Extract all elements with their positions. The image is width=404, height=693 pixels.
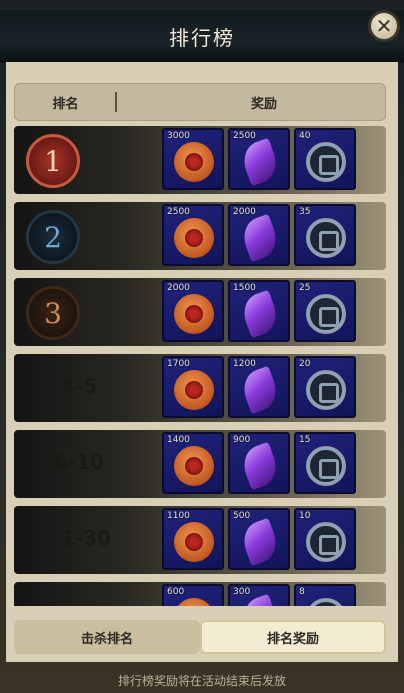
ring-icon (306, 370, 346, 410)
reward-item[interactable]: 25 (294, 280, 356, 342)
reward-item[interactable]: 1200 (228, 356, 290, 418)
header-reward: 奖励 (250, 97, 277, 112)
item-quantity: 2000 (233, 207, 256, 217)
rank-label: 6-10 (53, 450, 105, 474)
reward-item[interactable]: 2500 (162, 204, 224, 266)
purple-flame-icon (238, 441, 282, 491)
reward-item[interactable]: 2500 (228, 128, 290, 190)
coin-icon (174, 446, 214, 486)
item-quantity: 1500 (233, 283, 256, 293)
ring-icon (306, 294, 346, 334)
coin-icon (174, 370, 214, 410)
reward-item[interactable]: 8 (294, 584, 356, 606)
footer-note: 排行榜奖励将在活动结束后发放 (117, 674, 286, 688)
coin-icon (174, 522, 214, 562)
item-quantity: 3000 (167, 131, 190, 141)
header-rank: 排名 (52, 97, 79, 112)
reward-item[interactable]: 300 (228, 584, 290, 606)
purple-flame-icon (238, 213, 282, 263)
item-quantity: 2500 (167, 207, 190, 217)
ring-icon (306, 446, 346, 486)
item-quantity: 2500 (233, 131, 256, 141)
item-quantity: 8 (299, 587, 305, 597)
item-quantity: 1200 (233, 359, 256, 369)
reward-item[interactable]: 10 (294, 508, 356, 570)
reward-item[interactable]: 3000 (162, 128, 224, 190)
tab-ranking-rewards[interactable]: 排名奖励 (200, 620, 386, 654)
table-row: 1 3000 2500 40 (14, 126, 386, 194)
item-quantity: 20 (299, 359, 311, 369)
item-quantity: 300 (233, 587, 251, 597)
coin-icon (174, 294, 214, 334)
close-icon: ✕ (375, 14, 393, 38)
reward-item[interactable]: 1400 (162, 432, 224, 494)
ring-icon (306, 522, 346, 562)
reward-item[interactable]: 20 (294, 356, 356, 418)
item-quantity: 15 (299, 435, 311, 445)
ring-icon (306, 598, 346, 606)
reward-list[interactable]: 1 3000 2500 40 2 2500 2000 35 3 2000 150… (14, 126, 386, 606)
purple-flame-icon (238, 517, 282, 567)
tab-bar: 击杀排名 排名奖励 (14, 620, 386, 654)
item-quantity: 500 (233, 511, 251, 521)
item-quantity: 10 (299, 511, 311, 521)
reward-item[interactable]: 500 (228, 508, 290, 570)
reward-item[interactable]: 1700 (162, 356, 224, 418)
reward-item[interactable]: 1500 (228, 280, 290, 342)
rank-label: 11-30 (47, 526, 111, 550)
table-row: 3 2000 1500 25 (14, 278, 386, 346)
purple-flame-icon (238, 289, 282, 339)
table-row: 4-5 1700 1200 20 (14, 354, 386, 422)
purple-flame-icon (238, 365, 282, 415)
page-title: 排行榜 (169, 26, 235, 50)
tab-kill-ranking[interactable]: 击杀排名 (14, 620, 200, 654)
table-row: 600 300 8 (14, 582, 386, 606)
item-quantity: 1100 (167, 511, 190, 521)
item-quantity: 2000 (167, 283, 190, 293)
rank-2-badge: 2 (26, 210, 80, 264)
item-quantity: 40 (299, 131, 311, 141)
reward-item[interactable]: 40 (294, 128, 356, 190)
ring-icon (306, 142, 346, 182)
item-quantity: 600 (167, 587, 185, 597)
rank-1-badge: 1 (26, 134, 80, 188)
table-row: 2 2500 2000 35 (14, 202, 386, 270)
coin-icon (174, 598, 214, 606)
reward-item[interactable]: 600 (162, 584, 224, 606)
item-quantity: 1700 (167, 359, 190, 369)
purple-flame-icon (238, 137, 282, 187)
reward-item[interactable]: 900 (228, 432, 290, 494)
item-quantity: 35 (299, 207, 311, 217)
table-row: 6-10 1400 900 15 (14, 430, 386, 498)
table-header: 排名 奖励 (14, 83, 386, 121)
reward-item[interactable]: 2000 (228, 204, 290, 266)
header-divider (115, 92, 117, 112)
close-button[interactable]: ✕ (368, 10, 400, 42)
reward-item[interactable]: 15 (294, 432, 356, 494)
reward-item[interactable]: 35 (294, 204, 356, 266)
coin-icon (174, 142, 214, 182)
table-row: 11-30 1100 500 10 (14, 506, 386, 574)
coin-icon (174, 218, 214, 258)
item-quantity: 1400 (167, 435, 190, 445)
reward-item[interactable]: 1100 (162, 508, 224, 570)
rank-3-badge: 3 (26, 286, 80, 340)
rank-label: 4-5 (60, 374, 98, 398)
item-quantity: 25 (299, 283, 311, 293)
item-quantity: 900 (233, 435, 251, 445)
reward-item[interactable]: 2000 (162, 280, 224, 342)
ring-icon (306, 218, 346, 258)
